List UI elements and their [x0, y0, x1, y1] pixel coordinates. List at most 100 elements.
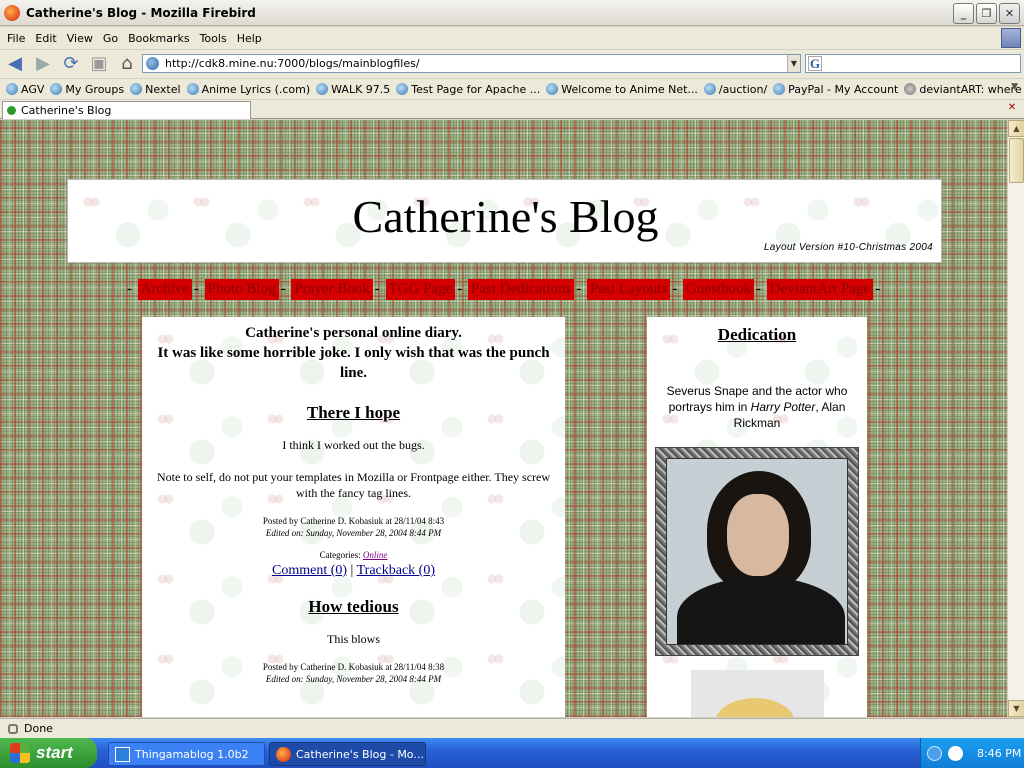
post-byline: Posted by Catherine D. Kobasiuk at 28/11…: [262, 662, 445, 672]
maximize-button[interactable]: ❐: [976, 3, 997, 24]
start-button[interactable]: start: [0, 738, 97, 768]
start-label: start: [36, 743, 73, 762]
main-column: Catherine's personal online diary. It wa…: [142, 317, 565, 717]
bookmark-label: Welcome to Anime Net...: [561, 82, 698, 96]
menu-edit[interactable]: Edit: [30, 32, 61, 45]
bookmark-item[interactable]: deviantART: where A...: [904, 83, 1024, 96]
bookmarks-overflow-icon[interactable]: ▼: [1011, 82, 1018, 92]
bookmark-icon: [546, 83, 559, 95]
firebird-icon: [276, 746, 291, 762]
back-arrow-icon: ◀: [8, 53, 22, 74]
address-dropdown-icon[interactable]: ▼: [787, 55, 800, 72]
post-actions: Comment (0) | Trackback (0): [271, 563, 435, 578]
tray-network-icon[interactable]: [948, 745, 963, 761]
post-paragraph: Note to self, do not put your templates …: [156, 470, 551, 500]
bookmarks-toolbar: AGV My Groups Nextel Anime Lyrics (.com)…: [0, 79, 1024, 99]
trackback-link[interactable]: Trackback (0): [357, 563, 435, 578]
home-button[interactable]: ⌂: [114, 52, 140, 76]
back-button[interactable]: ◀: [2, 52, 28, 76]
bookmark-item[interactable]: My Groups: [50, 83, 124, 96]
security-lock-icon: [8, 723, 18, 734]
bookmark-label: WALK 97.5: [331, 82, 391, 96]
bookmark-item[interactable]: /auction/: [703, 83, 767, 96]
reload-button[interactable]: ⟳: [58, 52, 84, 76]
forward-arrow-icon: ▶: [36, 53, 50, 74]
post-categories: Categories: Online: [150, 549, 557, 561]
tab-catherines-blog[interactable]: Catherine's Blog: [2, 101, 251, 119]
menu-go[interactable]: Go: [98, 32, 123, 45]
bookmark-item[interactable]: Welcome to Anime Net...: [546, 83, 698, 96]
google-icon[interactable]: G: [808, 56, 822, 71]
system-tray: 8:46 PM: [920, 738, 1024, 768]
search-input[interactable]: G: [805, 54, 1021, 73]
bookmark-label: My Groups: [65, 82, 125, 96]
scroll-up-icon[interactable]: ▲: [1008, 120, 1024, 137]
bookmark-item[interactable]: PayPal - My Account: [773, 83, 898, 96]
bookmark-item[interactable]: Nextel: [130, 83, 181, 96]
nav-archive[interactable]: Archive: [137, 279, 192, 300]
throbber-icon[interactable]: [1001, 28, 1021, 48]
scroll-thumb[interactable]: [1009, 138, 1024, 183]
bookmark-item[interactable]: WALK 97.5: [316, 83, 390, 96]
menu-view[interactable]: View: [62, 32, 98, 45]
menu-tools[interactable]: Tools: [195, 32, 232, 45]
bookmark-item[interactable]: Test Page for Apache ...: [396, 83, 540, 96]
status-text: Done: [24, 722, 53, 735]
bookmark-label: deviantART: where A...: [919, 82, 1024, 96]
sidebar: Dedication Severus Snape and the actor w…: [647, 317, 867, 717]
comment-link[interactable]: Comment (0): [272, 563, 347, 578]
bookmark-label: PayPal - My Account: [788, 82, 899, 96]
stop-button[interactable]: ▣: [86, 52, 112, 76]
bookmark-icon: [50, 83, 63, 95]
scroll-down-icon[interactable]: ▼: [1008, 700, 1024, 717]
nav-past-layouts[interactable]: Past Layouts: [587, 279, 671, 300]
taskbar-item-firebird[interactable]: Catherine's Blog - Mo...: [269, 742, 426, 766]
bookmark-item[interactable]: Anime Lyrics (.com): [186, 83, 310, 96]
status-bar: Done: [0, 718, 1024, 738]
address-url[interactable]: http://cdk8.mine.nu:7000/blogs/mainblogf…: [165, 57, 420, 70]
dedication-photo-frame: [655, 447, 859, 656]
nav-tgg-page[interactable]: TGG Page: [385, 279, 456, 300]
nav-past-dedications[interactable]: Past Dedications: [468, 279, 575, 300]
second-photo: [691, 670, 824, 717]
post-title: There I hope: [306, 403, 401, 422]
menu-bar: File Edit View Go Bookmarks Tools Help: [0, 27, 1024, 49]
minimize-button[interactable]: _: [953, 3, 974, 24]
reload-icon: ⟳: [63, 53, 79, 74]
dedication-text: Severus Snape and the actor who portrays…: [647, 383, 867, 431]
bookmark-icon: [6, 83, 18, 95]
page-icon: [146, 57, 159, 70]
blog-header: Catherine's Blog Layout Version #10-Chri…: [67, 179, 942, 263]
address-bar[interactable]: http://cdk8.mine.nu:7000/blogs/mainblogf…: [142, 54, 801, 73]
tab-status-icon: [7, 106, 16, 115]
blog-intro-line2: It was like some horrible joke. I only w…: [157, 345, 550, 381]
taskbar: start Thingamablog 1.0b2 Catherine's Blo…: [0, 738, 1024, 768]
taskbar-item-thingamablog[interactable]: Thingamablog 1.0b2: [108, 742, 265, 766]
bookmark-label: Test Page for Apache ...: [411, 82, 541, 96]
category-link[interactable]: Online: [363, 550, 388, 560]
menu-bookmarks[interactable]: Bookmarks: [123, 32, 194, 45]
post-paragraph: I think I worked out the bugs.: [282, 438, 425, 452]
blog-nav: - Archive - Photo Blog - Prayer Book - TGG …: [0, 278, 1007, 300]
forward-button[interactable]: ▶: [30, 52, 56, 76]
bookmark-label: AGV: [21, 82, 45, 96]
nav-guestbook[interactable]: Guestbook: [683, 279, 754, 300]
windows-logo-icon: [10, 743, 30, 763]
bookmark-icon: [130, 83, 143, 95]
dedication-photo: [666, 458, 848, 645]
tray-arrow-icon[interactable]: [927, 745, 942, 761]
bookmark-item[interactable]: AGV: [6, 83, 44, 96]
firebird-icon: [4, 4, 20, 21]
menu-help[interactable]: Help: [232, 32, 267, 45]
task-label: Catherine's Blog - Mo...: [296, 747, 424, 761]
nav-prayer-book[interactable]: Prayer Book: [291, 279, 373, 300]
page-content: Catherine's Blog Layout Version #10-Chri…: [0, 120, 1007, 717]
clock: 8:46 PM: [977, 746, 1022, 760]
close-button[interactable]: ✕: [999, 3, 1020, 24]
vertical-scrollbar[interactable]: ▲ ▼: [1007, 120, 1024, 717]
menu-file[interactable]: File: [2, 32, 30, 45]
nav-deviantart-page[interactable]: DeviantArt Page: [766, 279, 874, 300]
nav-photo-blog[interactable]: Photo Blog: [204, 279, 279, 300]
bookmark-icon: [396, 83, 409, 95]
close-tab-icon[interactable]: ✕: [1006, 102, 1018, 114]
